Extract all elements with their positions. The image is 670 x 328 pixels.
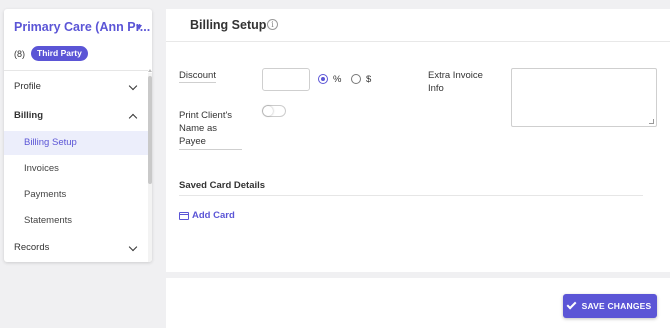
section-divider [179, 195, 643, 196]
percent-radio[interactable] [318, 74, 328, 84]
sidebar-item-profile[interactable]: Profile [4, 75, 148, 99]
print-name-label-line: Print Client's [179, 110, 233, 121]
extra-invoice-label-line: Extra Invoice [428, 70, 483, 81]
saved-card-section-title: Saved Card Details [179, 180, 266, 191]
client-type-badge: Third Party [31, 46, 88, 61]
sidebar-item-payments[interactable]: Payments [4, 183, 148, 207]
client-sidebar: Primary Care (Ann Pr... (8) Third Party … [4, 9, 152, 262]
sidebar-item-label: Billing [14, 110, 44, 121]
dollar-radio[interactable] [351, 74, 361, 84]
page-title: Billing Setup [190, 18, 267, 32]
chevron-down-icon [128, 81, 138, 91]
extra-invoice-textarea[interactable] [511, 68, 657, 127]
chevron-down-icon [128, 242, 138, 252]
percent-radio-label: % [333, 74, 342, 85]
sidebar-item-label: Profile [14, 81, 41, 92]
dollar-radio-label: $ [366, 74, 372, 85]
discount-input[interactable] [262, 68, 310, 91]
sidebar-item-records[interactable]: Records [4, 236, 148, 260]
sidebar-scrollbar[interactable] [148, 73, 152, 262]
sidebar-item-invoices[interactable]: Invoices [4, 157, 148, 181]
sidebar-item-statements[interactable]: Statements [4, 209, 148, 233]
scrollbar-thumb[interactable] [148, 76, 152, 184]
add-card-link[interactable]: Add Card [179, 210, 235, 221]
discount-label: Discount [179, 70, 216, 83]
scroll-up-arrow[interactable] [148, 69, 152, 72]
sidebar-item-label: Invoices [24, 163, 59, 174]
client-name[interactable]: Primary Care (Ann Pr... [14, 20, 150, 34]
print-name-label: Print Client's Name as Payee [179, 109, 242, 150]
toggle-knob [263, 106, 273, 116]
checkmark-icon [566, 299, 577, 310]
extra-invoice-label-line: Info [428, 83, 444, 94]
extra-invoice-label: Extra Invoice Info [428, 69, 498, 95]
footer-separator [166, 272, 670, 278]
credit-card-icon [179, 211, 189, 220]
info-icon[interactable]: i [267, 19, 278, 30]
save-changes-button[interactable]: SAVE CHANGES [563, 294, 657, 318]
caret-down-icon[interactable] [136, 25, 142, 30]
sidebar-item-billing-setup[interactable]: Billing Setup [4, 131, 148, 155]
print-name-label-line: Name as [179, 123, 218, 134]
print-name-toggle[interactable] [262, 105, 286, 117]
sidebar-item-label: Payments [24, 189, 67, 200]
client-count: (8) [14, 49, 25, 59]
sidebar-item-label: Billing Setup [24, 137, 77, 148]
sidebar-item-label: Records [14, 242, 50, 253]
print-name-label-line: Payee [179, 136, 206, 147]
chevron-up-icon [128, 113, 138, 123]
sidebar-item-billing[interactable]: Billing [4, 104, 148, 128]
page-header: Billing Setup i [166, 9, 670, 42]
save-changes-label: SAVE CHANGES [581, 301, 652, 311]
add-card-label: Add Card [192, 210, 235, 221]
resize-handle-icon[interactable] [649, 119, 654, 124]
sidebar-item-label: Statements [24, 215, 73, 226]
main-panel: Billing Setup i Discount % $ Extra Invoi… [166, 9, 670, 328]
divider [4, 70, 148, 71]
